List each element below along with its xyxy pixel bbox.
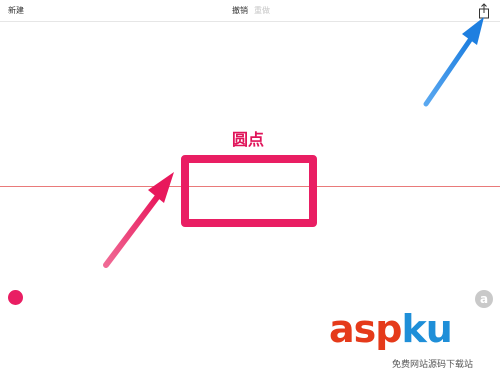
blue-arrow-icon: [423, 17, 484, 107]
top-toolbar: 新建 撤销 重做: [0, 0, 500, 22]
drawing-canvas[interactable]: 新建 撤销 重做 圆点 a aspku 免费网站源码下载站: [0, 0, 500, 375]
watermark-suffix: ku: [401, 307, 452, 351]
watermark-prefix: asp: [329, 307, 402, 351]
watermark-caption: 免费网站源码下载站: [392, 360, 474, 370]
undo-button[interactable]: 撤销: [232, 5, 248, 16]
redo-button[interactable]: 重做: [254, 5, 270, 16]
share-icon[interactable]: [477, 3, 491, 19]
watermark-logo: aspku: [329, 307, 453, 351]
new-button[interactable]: 新建: [8, 5, 24, 16]
a-button[interactable]: a: [475, 290, 493, 308]
rectangle-shape[interactable]: [181, 155, 317, 227]
shape-name-label: 圆点: [228, 126, 269, 150]
dot-icon[interactable]: [8, 290, 23, 305]
